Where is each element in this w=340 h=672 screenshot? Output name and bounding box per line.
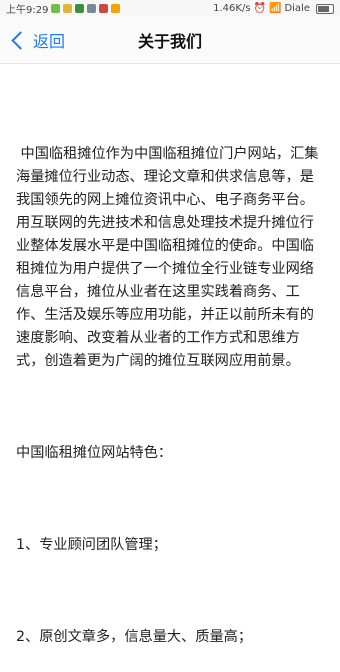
notification-icon xyxy=(111,4,121,13)
status-left: 上午9:29 xyxy=(6,1,121,16)
alarm-icon: ⏰ xyxy=(253,3,266,14)
nav-bar: 返回 关于我们 xyxy=(0,17,340,64)
back-button[interactable]: 返回 xyxy=(8,17,65,63)
status-time: 上午9:29 xyxy=(6,5,49,16)
wifi-icon: 📶 xyxy=(269,3,282,14)
notification-icon xyxy=(75,4,85,13)
notification-icon xyxy=(51,4,61,13)
battery-icon xyxy=(316,3,334,14)
notification-icon xyxy=(63,4,73,13)
status-right: 1.46K/s ⏰ 📶 Diale xyxy=(213,3,334,14)
feature-item: 1、专业顾问团队管理； xyxy=(16,537,167,553)
carrier-name: Diale xyxy=(284,3,310,14)
feature-item: 2、原创文章多，信息量大、质量高； xyxy=(16,629,253,645)
back-label: 返回 xyxy=(33,32,66,51)
network-speed: 1.46K/s xyxy=(213,3,251,14)
about-content: 中国临租摊位作为中国临租摊位门户网站，汇集海量摊位行业动态、理论文章和供求信息等… xyxy=(16,97,328,672)
chevron-left-icon xyxy=(11,30,30,50)
notification-icon xyxy=(87,4,97,13)
intro-paragraph: 中国临租摊位作为中国临租摊位门户网站，汇集海量摊位行业动态、理论文章和供求信息等… xyxy=(16,146,319,369)
features-heading: 中国临租摊位网站特色： xyxy=(16,445,173,461)
status-bar: 上午9:29 1.46K/s ⏰ 📶 Diale xyxy=(0,0,340,17)
notification-icon xyxy=(99,4,109,13)
